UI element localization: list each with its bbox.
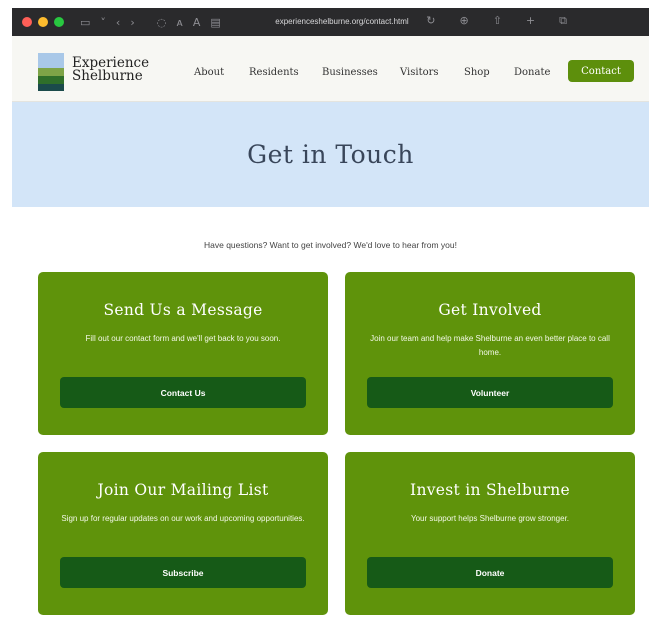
card-title: Invest in Shelburne <box>410 481 570 499</box>
site-header: Experience Shelburne About Residents Bus… <box>12 36 649 102</box>
chevron-down-icon[interactable]: ˅ <box>100 17 106 28</box>
nav-residents[interactable]: Residents <box>249 67 299 78</box>
card-text: Join our team and help make Shelburne an… <box>370 334 610 357</box>
intro-text: Have questions? Want to get involved? We… <box>204 240 457 250</box>
card-title: Send Us a Message <box>103 301 263 319</box>
nav-shop[interactable]: Shop <box>464 67 490 78</box>
sidebar-icon[interactable]: ▭ <box>80 17 90 28</box>
tab-overview-icon[interactable]: ⧉ <box>559 15 567 26</box>
logo-landscape-icon[interactable] <box>38 53 64 91</box>
browser-toolbar: ▭ ˅ ‹ › ◌ ᴀ A ▤ experienceshelburne.org/… <box>12 8 649 36</box>
card-invest: Invest in Shelburne Your support helps S… <box>345 452 635 615</box>
site-logo-text[interactable]: Experience Shelburne <box>72 56 149 84</box>
reload-icon[interactable]: ↻ <box>426 15 435 26</box>
hero-banner: Get in Touch <box>12 102 649 207</box>
download-icon[interactable]: ⊕ <box>459 15 468 26</box>
page-title: Get in Touch <box>247 140 414 169</box>
logo-line-2: Shelburne <box>72 68 143 84</box>
reader-icon[interactable]: ▤ <box>210 17 220 28</box>
nav-about[interactable]: About <box>194 67 224 78</box>
donate-button[interactable]: Donate <box>367 557 613 588</box>
address-bar[interactable]: experienceshelburne.org/contact.html <box>242 17 442 26</box>
shield-icon[interactable]: ◌ <box>157 17 167 28</box>
card-send-message: Send Us a Message Fill out our contact f… <box>38 272 328 435</box>
nav-visitors[interactable]: Visitors <box>400 67 439 78</box>
share-icon[interactable]: ⇧ <box>493 15 502 26</box>
forward-icon[interactable]: › <box>130 17 134 28</box>
nav-contact-button[interactable]: Contact <box>568 60 634 82</box>
back-icon[interactable]: ‹ <box>116 17 120 28</box>
text-smaller-icon[interactable]: ᴀ <box>176 17 183 28</box>
new-tab-icon[interactable]: + <box>526 15 535 26</box>
minimize-window-button[interactable] <box>38 17 48 27</box>
card-mailing-list: Join Our Mailing List Sign up for regula… <box>38 452 328 615</box>
nav-donate[interactable]: Donate <box>514 67 550 78</box>
card-title: Get Involved <box>438 301 542 319</box>
card-text: Sign up for regular updates on our work … <box>61 514 305 523</box>
contact-us-button[interactable]: Contact Us <box>60 377 306 408</box>
card-get-involved: Get Involved Join our team and help make… <box>345 272 635 435</box>
card-text: Your support helps Shelburne grow strong… <box>410 514 570 523</box>
toolbar-right-group: ↻ ⊕ ⇧ + ⧉ <box>416 15 567 26</box>
volunteer-button[interactable]: Volunteer <box>367 377 613 408</box>
nav-businesses[interactable]: Businesses <box>322 67 378 78</box>
subscribe-button[interactable]: Subscribe <box>60 557 306 588</box>
card-text: Fill out our contact form and we'll get … <box>85 334 281 343</box>
close-window-button[interactable] <box>22 17 32 27</box>
zoom-window-button[interactable] <box>54 17 64 27</box>
text-larger-icon[interactable]: A <box>193 17 201 28</box>
browser-window: ▭ ˅ ‹ › ◌ ᴀ A ▤ experienceshelburne.org/… <box>12 8 649 641</box>
card-title: Join Our Mailing List <box>97 481 269 499</box>
